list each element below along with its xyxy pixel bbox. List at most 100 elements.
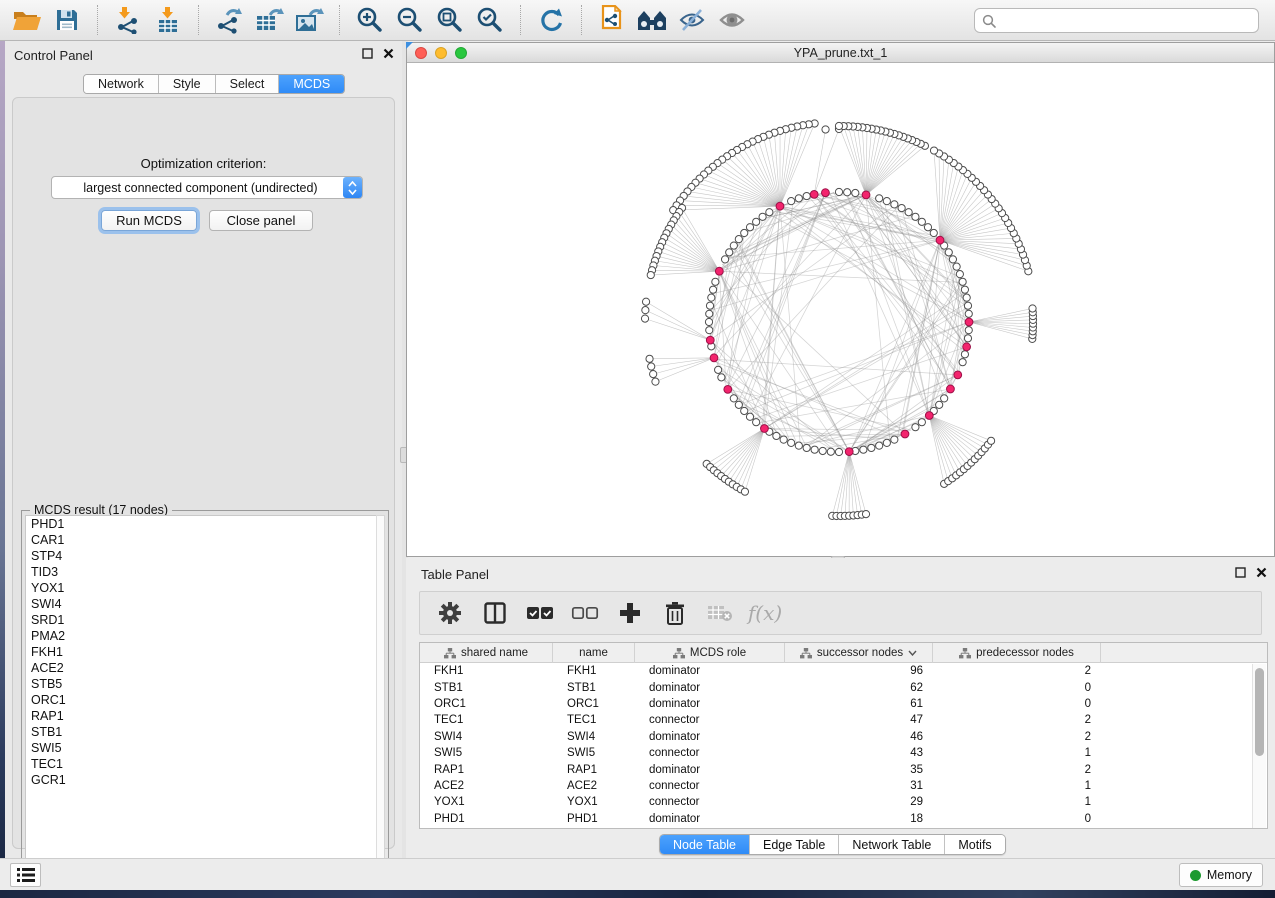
table-row[interactable]: YOX1YOX1connector291 — [420, 794, 1267, 810]
graph-node[interactable] — [964, 335, 971, 342]
graph-hub-node[interactable] — [715, 267, 723, 275]
graph-node[interactable] — [961, 286, 968, 293]
cell-name[interactable]: RAP1 — [553, 764, 635, 776]
graph-hub-node[interactable] — [810, 190, 818, 198]
mcds-result-item[interactable]: TEC1 — [26, 756, 378, 772]
network-window-titlebar[interactable]: YPA_prune.txt_1 — [407, 43, 1274, 63]
float-panel-icon[interactable] — [362, 48, 373, 59]
graph-node[interactable] — [708, 294, 715, 301]
table-row[interactable]: PHD1PHD1dominator180 — [420, 811, 1267, 827]
cell-successor-nodes[interactable]: 47 — [785, 714, 933, 726]
graph-node[interactable] — [746, 413, 753, 420]
tab-network[interactable]: Network — [84, 75, 158, 93]
import-table-button[interactable] — [151, 3, 185, 37]
cell-shared-name[interactable]: SWI4 — [420, 731, 553, 743]
export-image-button[interactable] — [292, 3, 326, 37]
table-row[interactable]: STB1STB1dominator620 — [420, 679, 1267, 695]
graph-hub-node[interactable] — [776, 202, 784, 210]
mcds-result-item[interactable]: TID3 — [26, 564, 378, 580]
graph-node[interactable] — [918, 218, 925, 225]
table-row[interactable]: SWI4SWI4dominator462 — [420, 729, 1267, 745]
tab-network-table[interactable]: Network Table — [838, 835, 944, 854]
graph-leaf-node[interactable] — [652, 378, 659, 385]
graph-node[interactable] — [852, 189, 859, 196]
graph-node[interactable] — [803, 444, 810, 451]
graph-node[interactable] — [735, 401, 742, 408]
table-scrollbar-thumb[interactable] — [1255, 668, 1264, 756]
add-column-button[interactable] — [616, 599, 644, 627]
graph-node[interactable] — [718, 374, 725, 381]
function-builder-button[interactable]: f(x) — [751, 599, 779, 627]
mcds-result-item[interactable]: GCR1 — [26, 772, 378, 788]
graph-node[interactable] — [883, 439, 890, 446]
graph-node[interactable] — [959, 359, 966, 366]
graph-leaf-node[interactable] — [862, 511, 869, 518]
graph-node[interactable] — [705, 318, 712, 325]
zoom-out-button[interactable] — [393, 3, 427, 37]
graph-node[interactable] — [961, 351, 968, 358]
mcds-result-item[interactable]: FKH1 — [26, 644, 378, 660]
graph-hub-node[interactable] — [845, 448, 853, 456]
graph-hub-node[interactable] — [954, 371, 962, 379]
cell-shared-name[interactable]: SWI5 — [420, 747, 553, 759]
network-graph[interactable] — [407, 63, 1274, 556]
cell-predecessor-nodes[interactable]: 2 — [933, 665, 1101, 677]
graph-node[interactable] — [956, 271, 963, 278]
network-canvas[interactable] — [407, 63, 1274, 556]
column-header-successor-nodes[interactable]: successor nodes — [785, 643, 933, 663]
close-panel-icon[interactable] — [383, 48, 394, 59]
cell-successor-nodes[interactable]: 18 — [785, 813, 933, 825]
mcds-result-item[interactable]: STB1 — [26, 724, 378, 740]
graph-node[interactable] — [835, 448, 842, 455]
graph-leaf-node[interactable] — [987, 437, 994, 444]
graph-node[interactable] — [709, 286, 716, 293]
cell-successor-nodes[interactable]: 43 — [785, 747, 933, 759]
delete-column-button[interactable] — [661, 599, 689, 627]
cell-shared-name[interactable]: STB1 — [420, 682, 553, 694]
float-panel-icon[interactable] — [1235, 567, 1246, 578]
cell-shared-name[interactable]: TEC1 — [420, 714, 553, 726]
graph-leaf-node[interactable] — [930, 147, 937, 154]
graph-node[interactable] — [912, 213, 919, 220]
mcds-list-scrollbar[interactable] — [376, 515, 385, 872]
cell-MCDS-role[interactable]: dominator — [635, 682, 785, 694]
graph-hub-node[interactable] — [936, 236, 944, 244]
graph-node[interactable] — [965, 327, 972, 334]
graph-node[interactable] — [746, 224, 753, 231]
criterion-select[interactable]: largest connected component (undirected) — [51, 176, 363, 199]
table-row[interactable]: FKH1FKH1dominator962 — [420, 663, 1267, 679]
deselect-all-rows-button[interactable] — [571, 599, 599, 627]
graph-node[interactable] — [844, 189, 851, 196]
graph-node[interactable] — [965, 310, 972, 317]
graph-node[interactable] — [891, 201, 898, 208]
graph-node[interactable] — [780, 436, 787, 443]
graph-node[interactable] — [941, 395, 948, 402]
cell-successor-nodes[interactable]: 61 — [785, 698, 933, 710]
cell-predecessor-nodes[interactable]: 0 — [933, 682, 1101, 694]
cell-name[interactable]: PHD1 — [553, 813, 635, 825]
graph-hub-node[interactable] — [822, 189, 830, 197]
graph-node[interactable] — [811, 446, 818, 453]
graph-hub-node[interactable] — [901, 430, 909, 438]
show-hidden-button[interactable] — [715, 3, 749, 37]
cell-name[interactable]: YOX1 — [553, 796, 635, 808]
graph-node[interactable] — [876, 195, 883, 202]
zoom-selected-button[interactable] — [473, 3, 507, 37]
mcds-result-item[interactable]: YOX1 — [26, 580, 378, 596]
graph-hub-node[interactable] — [965, 318, 973, 326]
cell-predecessor-nodes[interactable]: 0 — [933, 813, 1101, 825]
export-table-button[interactable] — [252, 3, 286, 37]
close-panel-button[interactable]: Close panel — [209, 210, 313, 231]
cell-predecessor-nodes[interactable]: 2 — [933, 714, 1101, 726]
table-row[interactable]: TEC1TEC1connector472 — [420, 712, 1267, 728]
cell-successor-nodes[interactable]: 96 — [785, 665, 933, 677]
graph-node[interactable] — [795, 195, 802, 202]
cell-shared-name[interactable]: YOX1 — [420, 796, 553, 808]
cell-successor-nodes[interactable]: 46 — [785, 731, 933, 743]
mcds-result-list[interactable]: PHD1CAR1STP4TID3YOX1SWI4SRD1PMA2FKH1ACE2… — [25, 515, 379, 872]
graph-node[interactable] — [918, 419, 925, 426]
graph-leaf-node[interactable] — [650, 371, 657, 378]
cell-shared-name[interactable]: RAP1 — [420, 764, 553, 776]
mcds-result-item[interactable]: SRD1 — [26, 612, 378, 628]
graph-leaf-node[interactable] — [648, 363, 655, 370]
